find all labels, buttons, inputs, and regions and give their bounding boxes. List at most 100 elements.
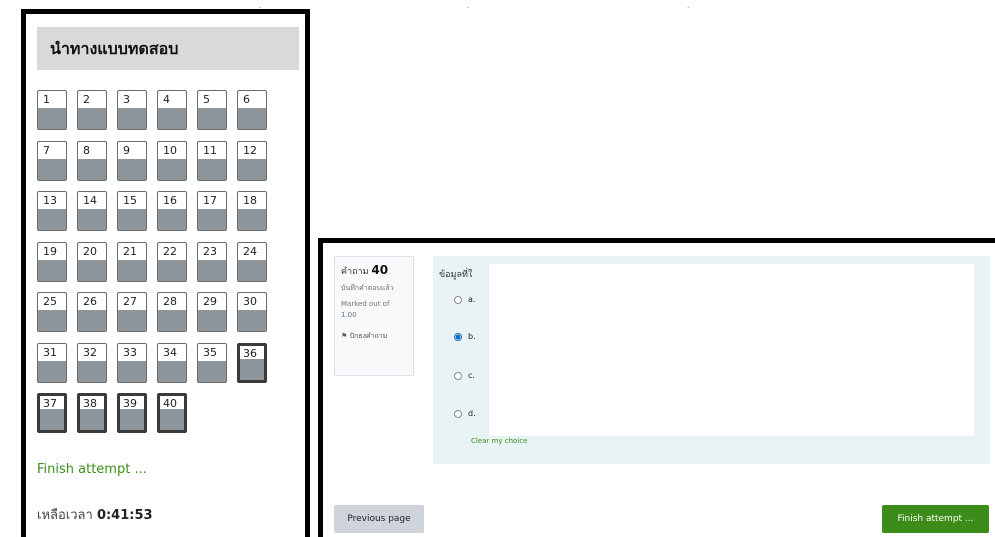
radio-d[interactable] <box>454 409 462 418</box>
question-button-13[interactable]: 13 <box>37 191 67 231</box>
question-button-17[interactable]: 17 <box>197 191 227 231</box>
question-label: คำถาม <box>341 267 369 277</box>
question-text: ข้อมูลที่ใ <box>439 270 473 280</box>
question-button-10[interactable]: 10 <box>157 140 187 181</box>
question-button-34[interactable]: 34 <box>157 342 187 383</box>
question-button-number: 1 <box>43 93 50 106</box>
question-button-20[interactable]: 20 <box>77 241 107 282</box>
option-d[interactable]: d. <box>454 409 476 418</box>
answered-indicator <box>38 158 66 180</box>
question-button-5[interactable]: 5 <box>197 90 227 130</box>
answered-indicator <box>118 158 146 180</box>
answered-indicator <box>120 409 144 430</box>
finish-attempt-button[interactable]: Finish attempt ... <box>882 505 989 533</box>
question-button-39[interactable]: 39 <box>117 393 147 433</box>
question-button-40[interactable]: 40 <box>157 393 187 433</box>
answered-indicator <box>238 108 266 129</box>
question-button-28[interactable]: 28 <box>157 292 187 332</box>
question-button-38[interactable]: 38 <box>77 393 107 433</box>
question-button-29[interactable]: 29 <box>197 292 227 332</box>
answered-indicator <box>158 108 186 129</box>
answered-indicator <box>238 158 266 180</box>
answered-indicator <box>38 360 66 382</box>
question-button-35[interactable]: 35 <box>197 342 227 383</box>
answered-indicator <box>38 310 66 331</box>
question-button-8[interactable]: 8 <box>77 140 107 181</box>
question-button-18[interactable]: 18 <box>237 191 267 231</box>
question-button-26[interactable]: 26 <box>77 292 107 332</box>
question-button-number: 24 <box>243 244 257 258</box>
answered-indicator <box>118 360 146 382</box>
question-button-27[interactable]: 27 <box>117 292 147 332</box>
answered-indicator <box>78 209 106 230</box>
flag-icon: ⚑ <box>341 332 348 340</box>
question-button-1[interactable]: 1 <box>37 90 67 130</box>
question-button-number: 17 <box>203 194 217 207</box>
answered-indicator <box>78 108 106 129</box>
question-button-24[interactable]: 24 <box>237 241 267 282</box>
time-remaining: เหลือเวลา 0:41:53 <box>37 504 153 525</box>
answered-indicator <box>198 310 226 331</box>
answered-indicator <box>238 209 266 230</box>
flag-label: ปักธงคำถาม <box>349 332 388 340</box>
flag-question-button[interactable]: ⚑ ปักธงคำถาม <box>341 331 407 342</box>
question-button-30[interactable]: 30 <box>237 292 267 332</box>
answered-indicator <box>198 209 226 230</box>
question-button-23[interactable]: 23 <box>197 241 227 282</box>
question-button-22[interactable]: 22 <box>157 241 187 282</box>
question-number-value: 40 <box>371 263 389 277</box>
answered-indicator <box>80 409 104 430</box>
marked-label: Marked out of <box>341 300 390 308</box>
question-button-31[interactable]: 31 <box>37 342 67 383</box>
finish-attempt-link[interactable]: Finish attempt ... <box>37 462 147 477</box>
option-b[interactable]: b. <box>454 332 476 341</box>
quiz-navigation-panel: นำทางแบบทดสอบ 1 2 3 4 5 6 7 8 9 10 11 12 13 14 15 16 17 1… <box>21 9 310 537</box>
question-button-19[interactable]: 19 <box>37 241 67 282</box>
question-button-number: 7 <box>43 143 50 157</box>
question-number: คำถาม 40 <box>341 263 407 278</box>
radio-b[interactable] <box>454 332 462 341</box>
question-button-3[interactable]: 3 <box>117 90 147 130</box>
question-button-number: 11 <box>203 143 217 157</box>
question-button-21[interactable]: 21 <box>117 241 147 282</box>
question-button-32[interactable]: 32 <box>77 342 107 383</box>
question-button-number: 8 <box>83 143 90 157</box>
question-button-12[interactable]: 12 <box>237 140 267 181</box>
clear-choice-link[interactable]: Clear my choice <box>471 437 527 445</box>
question-button-36[interactable]: 36 <box>237 342 267 383</box>
question-button-number: 5 <box>203 93 210 106</box>
answered-indicator <box>240 358 264 380</box>
option-label: b. <box>468 332 476 341</box>
question-button-number: 10 <box>163 143 177 157</box>
question-button-33[interactable]: 33 <box>117 342 147 383</box>
answered-indicator <box>38 259 66 281</box>
question-button-number: 15 <box>123 194 137 207</box>
previous-page-button[interactable]: Previous page <box>334 505 424 533</box>
question-button-6[interactable]: 6 <box>237 90 267 130</box>
option-c[interactable]: c. <box>454 371 475 380</box>
question-button-7[interactable]: 7 <box>37 140 67 181</box>
option-label: d. <box>468 409 476 418</box>
timer-label: เหลือเวลา <box>37 508 93 523</box>
answered-indicator <box>78 158 106 180</box>
question-button-number: 28 <box>163 295 177 308</box>
option-a[interactable]: a. <box>454 295 475 304</box>
question-button-2[interactable]: 2 <box>77 90 107 130</box>
radio-c[interactable] <box>454 371 462 380</box>
question-button-number: 32 <box>83 345 97 359</box>
answered-indicator <box>40 409 64 430</box>
answered-indicator <box>198 259 226 281</box>
question-button-14[interactable]: 14 <box>77 191 107 231</box>
question-button-4[interactable]: 4 <box>157 90 187 130</box>
question-button-37[interactable]: 37 <box>37 393 67 433</box>
question-button-11[interactable]: 11 <box>197 140 227 181</box>
question-button-15[interactable]: 15 <box>117 191 147 231</box>
question-button-number: 3 <box>123 93 130 106</box>
question-button-16[interactable]: 16 <box>157 191 187 231</box>
question-button-number: 25 <box>43 295 57 308</box>
radio-a[interactable] <box>454 295 462 304</box>
option-label: a. <box>468 295 476 304</box>
question-button-number: 22 <box>163 244 177 258</box>
question-button-25[interactable]: 25 <box>37 292 67 332</box>
question-button-9[interactable]: 9 <box>117 140 147 181</box>
